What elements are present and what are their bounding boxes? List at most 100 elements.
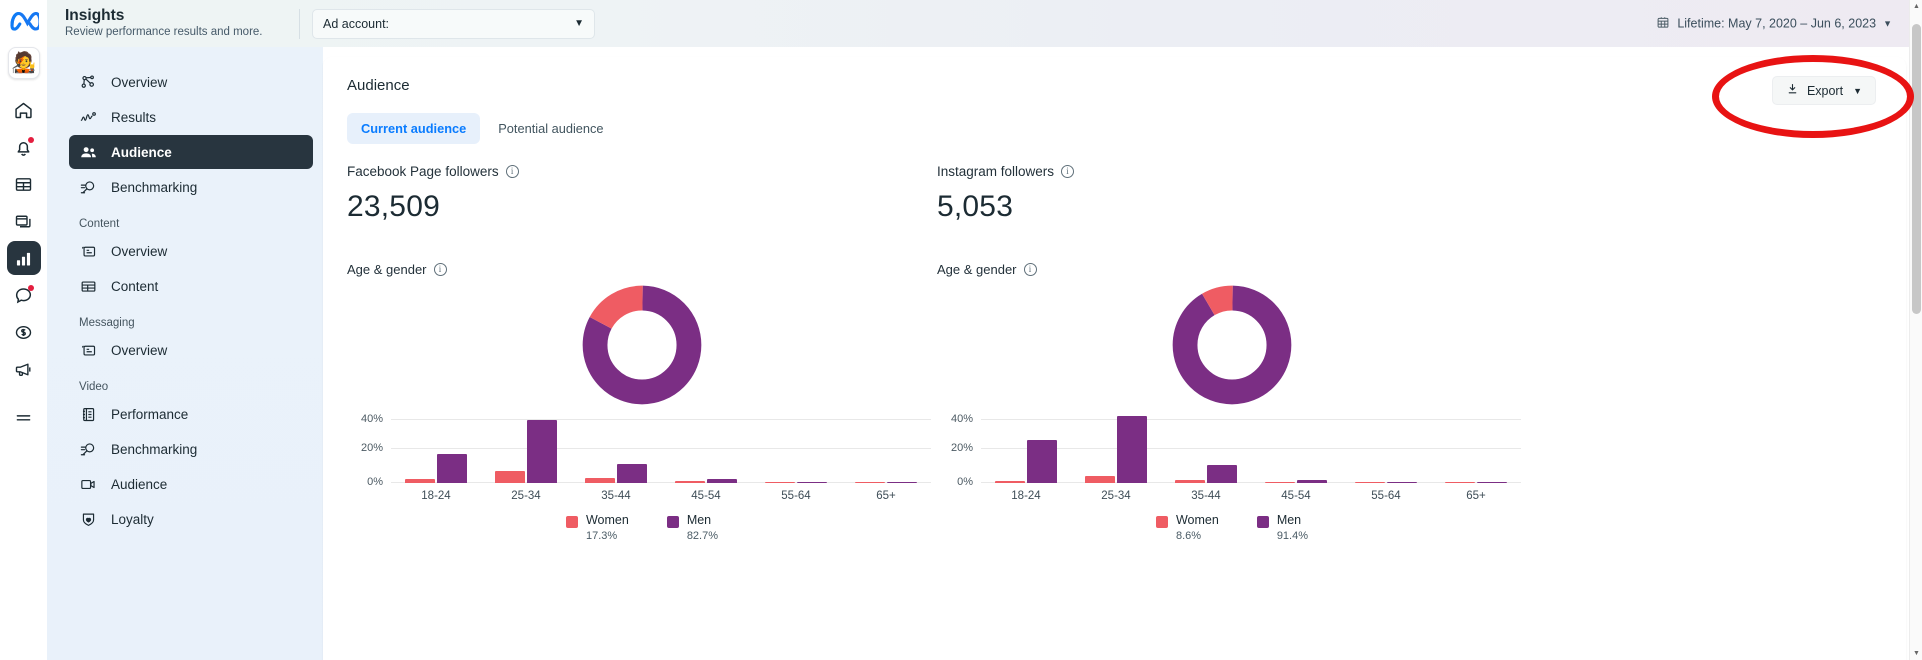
legend-swatch-men	[1257, 516, 1269, 528]
bar-men[interactable]	[527, 420, 557, 483]
bar-women[interactable]	[765, 482, 795, 483]
chevron-down-icon: ▼	[1853, 86, 1862, 96]
tab-current-audience[interactable]: Current audience	[347, 113, 480, 144]
bar-men[interactable]	[1117, 416, 1147, 483]
x-tick-label: 35-44	[571, 490, 661, 502]
table-grid-icon[interactable]	[7, 167, 41, 201]
ad-account-select[interactable]: Ad account: ▼	[312, 9, 595, 39]
sidebar-item-audience[interactable]: Audience	[69, 135, 313, 169]
tab-potential-audience[interactable]: Potential audience	[484, 113, 617, 144]
date-range-picker[interactable]: Lifetime: May 7, 2020 – Jun 6, 2023 ▼	[1656, 15, 1892, 32]
y-tick-label: 20%	[951, 442, 973, 454]
x-tick-label: 18-24	[981, 490, 1071, 502]
bar-men[interactable]	[617, 464, 647, 483]
left-icon-rail: 🧑‍🎤	[0, 0, 47, 660]
legend-item-women: Women 8.6%	[1156, 513, 1219, 544]
bar-men[interactable]	[1387, 482, 1417, 483]
scroll-up-arrow[interactable]: ▲	[1910, 0, 1922, 13]
sidebar-item-messaging-overview[interactable]: Overview	[69, 333, 313, 367]
instagram-age-gender-bar-chart: 40% 20% 0%	[937, 419, 1527, 539]
info-icon[interactable]: i	[1024, 263, 1037, 276]
sidebar-item-content-overview[interactable]: Overview	[69, 234, 313, 268]
info-icon[interactable]: i	[434, 263, 447, 276]
insights-page: 🧑‍🎤	[0, 0, 1922, 660]
facebook-chart-plot: 40% 20% 0%	[391, 419, 931, 483]
bar-group-25-34	[1071, 419, 1161, 483]
meta-logo[interactable]	[9, 10, 39, 37]
bar-women[interactable]	[995, 481, 1025, 483]
instagram-chart-plot: 40% 20% 0%	[981, 419, 1521, 483]
notifications-bell-icon[interactable]	[7, 130, 41, 164]
sidebar-item-content[interactable]: Content	[69, 269, 313, 303]
bar-women[interactable]	[1085, 476, 1115, 483]
y-tick-label: 20%	[361, 442, 383, 454]
sidebar-item-loyalty[interactable]: Loyalty	[69, 502, 313, 536]
messages-chat-icon[interactable]	[7, 278, 41, 312]
facebook-age-gender-label-row: Age & gender i	[347, 262, 937, 277]
facebook-metric-label: Facebook Page followers	[347, 164, 499, 179]
insights-bar-chart-icon[interactable]	[7, 241, 41, 275]
x-tick-label: 55-64	[751, 490, 841, 502]
ad-account-label: Ad account:	[323, 17, 574, 31]
sidebar-item-results[interactable]: Results	[69, 100, 313, 134]
bar-men[interactable]	[887, 482, 917, 483]
home-icon[interactable]	[7, 93, 41, 127]
y-tick-label: 40%	[951, 413, 973, 425]
bar-group-55-64	[751, 419, 841, 483]
sidebar-item-video-benchmarking[interactable]: Benchmarking	[69, 432, 313, 466]
sidebar-item-label: Overview	[111, 244, 167, 259]
sidebar-item-video-audience[interactable]: Audience	[69, 467, 313, 501]
bar-women[interactable]	[1265, 482, 1295, 483]
info-icon[interactable]: i	[1061, 165, 1074, 178]
table-grid-icon	[79, 277, 98, 296]
bar-women[interactable]	[585, 478, 615, 483]
bar-group-45-54	[661, 419, 751, 483]
legend-value: 17.3%	[586, 529, 629, 544]
more-hamburger-icon[interactable]	[7, 401, 41, 435]
legend-label: Women	[586, 513, 629, 529]
scroll-down-arrow[interactable]: ▼	[1910, 647, 1922, 660]
monetization-dollar-icon[interactable]	[7, 315, 41, 349]
facebook-x-labels: 18-24 25-34 35-44 45-54 55-64 65+	[391, 490, 931, 502]
bar-group-65plus	[1431, 419, 1521, 483]
card-title: Audience	[347, 77, 1882, 94]
bar-women[interactable]	[405, 479, 435, 483]
bar-women[interactable]	[855, 482, 885, 483]
sidebar-group-messaging: Messaging	[79, 317, 323, 329]
scrollbar-thumb[interactable]	[1912, 24, 1921, 314]
line-chart-icon	[79, 108, 98, 127]
bar-men[interactable]	[1477, 482, 1507, 483]
bar-men[interactable]	[707, 479, 737, 483]
ads-megaphone-icon[interactable]	[7, 352, 41, 386]
bar-women[interactable]	[1175, 480, 1205, 483]
bar-men[interactable]	[1027, 440, 1057, 483]
info-icon[interactable]: i	[506, 165, 519, 178]
bar-women[interactable]	[675, 481, 705, 483]
sidebar-item-label: Audience	[111, 145, 172, 160]
page-scrollbar[interactable]: ▲ ▼	[1909, 0, 1922, 660]
bar-women[interactable]	[1355, 482, 1385, 483]
instagram-age-gender-label-row: Age & gender i	[937, 262, 1527, 277]
bar-women[interactable]	[495, 471, 525, 483]
instagram-metric-label: Instagram followers	[937, 164, 1054, 179]
message-badge	[28, 285, 34, 291]
bar-men[interactable]	[437, 454, 467, 483]
page-title: Insights	[65, 7, 297, 25]
bar-men[interactable]	[1297, 480, 1327, 483]
sidebar-item-overview[interactable]: Overview	[69, 65, 313, 99]
sidebar-item-label: Audience	[111, 477, 167, 492]
bar-women[interactable]	[1445, 482, 1475, 483]
bar-men[interactable]	[1207, 465, 1237, 483]
user-avatar[interactable]: 🧑‍🎤	[8, 47, 40, 79]
pages-windows-icon[interactable]	[7, 204, 41, 238]
facebook-age-gender-label: Age & gender	[347, 262, 427, 277]
card-overview-icon	[79, 341, 98, 360]
x-tick-label: 25-34	[481, 490, 571, 502]
sidebar-item-video-performance[interactable]: Performance	[69, 397, 313, 431]
audience-tabs: Current audience Potential audience	[347, 113, 1882, 144]
download-icon	[1786, 82, 1799, 99]
bar-men[interactable]	[797, 482, 827, 483]
export-button[interactable]: Export ▼	[1772, 76, 1876, 105]
sidebar-item-benchmarking[interactable]: Benchmarking	[69, 170, 313, 204]
x-tick-label: 55-64	[1341, 490, 1431, 502]
